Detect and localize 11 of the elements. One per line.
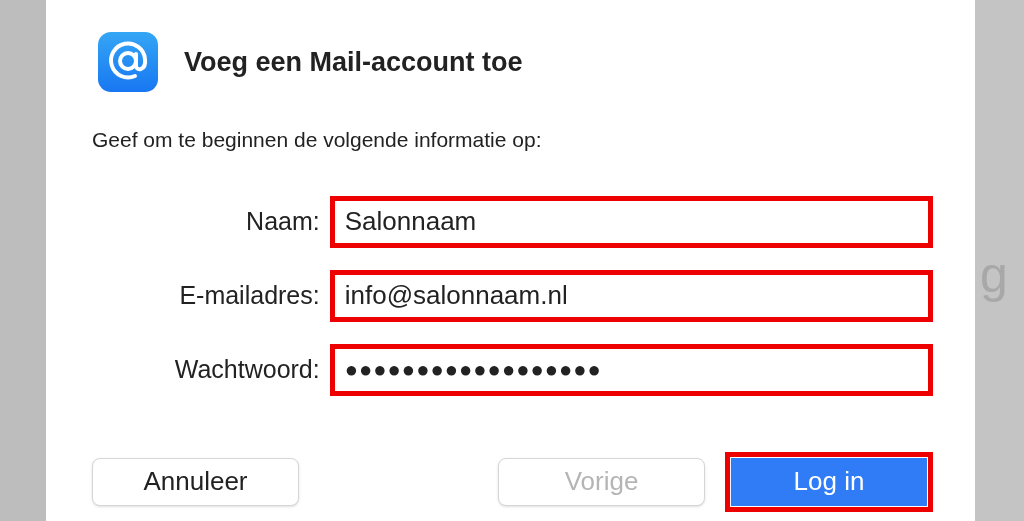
input-field[interactable]: info@salonnaam.nl <box>329 269 933 322</box>
field-label: Wachtwoord: <box>173 353 320 385</box>
instruction-text: Geef om te beginnen de volgende informatie op: <box>92 127 543 153</box>
dialog-title: Voeg een Mail-account toe <box>184 45 523 79</box>
field-label: Naam: <box>245 205 320 237</box>
password-field[interactable]: ●●●●●●●●●●●●●●●●●● <box>329 343 933 396</box>
field-label: E-mailadres: <box>178 279 320 311</box>
log-in-button[interactable]: Log in <box>731 457 927 506</box>
input-field[interactable]: Salonnaam <box>329 195 933 248</box>
at-sign-icon <box>98 32 158 92</box>
dialog-button[interactable]: Annuleer <box>92 457 299 506</box>
